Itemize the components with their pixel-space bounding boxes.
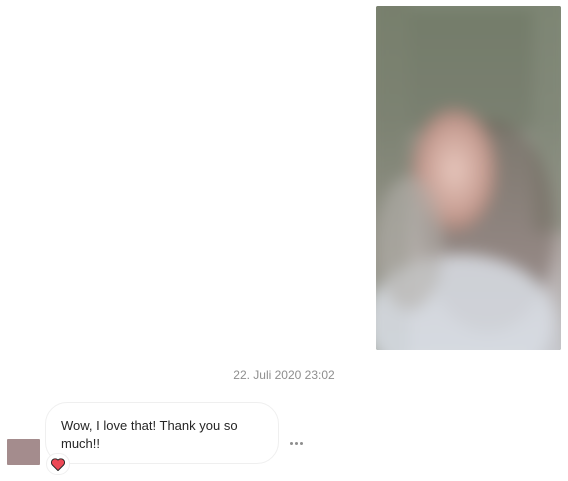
message-timestamp: 22. Juli 2020 23:02 bbox=[233, 368, 335, 382]
blurred-photo bbox=[376, 6, 561, 350]
message-bubble[interactable]: Wow, I love that! Thank you so much!! bbox=[45, 402, 279, 464]
more-dot-icon bbox=[294, 441, 298, 445]
avatar[interactable] bbox=[7, 439, 40, 465]
more-dot-icon bbox=[289, 441, 293, 445]
chat-thread: 22. Juli 2020 23:02 Wow, I love that! Th… bbox=[0, 0, 568, 481]
reaction-badge[interactable] bbox=[46, 453, 70, 475]
media-message[interactable] bbox=[376, 6, 561, 350]
more-options-button[interactable] bbox=[285, 436, 307, 450]
more-dot-icon bbox=[299, 441, 303, 445]
message-text: Wow, I love that! Thank you so much!! bbox=[61, 418, 238, 451]
heart-icon bbox=[51, 457, 65, 471]
